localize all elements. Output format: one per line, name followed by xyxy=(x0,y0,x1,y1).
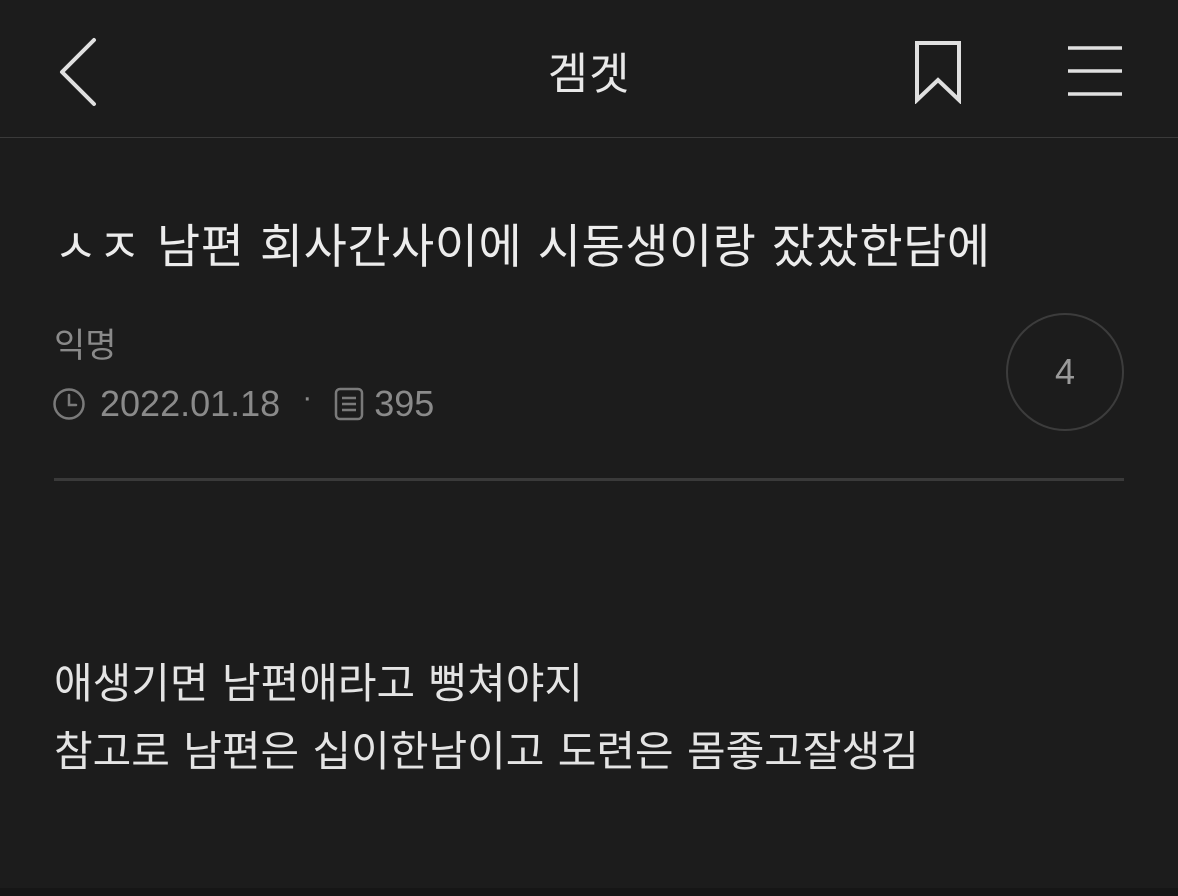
document-icon xyxy=(334,387,364,421)
bottom-edge xyxy=(0,888,1178,896)
comment-count-button[interactable]: 4 xyxy=(1006,313,1124,431)
comment-count: 4 xyxy=(1054,351,1076,392)
post-body: 애생기면 남편애라고 뻥쳐야지 참고로 남편은 십이한남이고 도련은 몸좋고잘생… xyxy=(54,650,919,786)
hamburger-menu-icon xyxy=(1068,46,1122,96)
menu-button[interactable] xyxy=(1060,38,1130,104)
post-date: 2022.01.18 xyxy=(100,383,281,424)
meta-separator: · xyxy=(302,381,313,414)
divider xyxy=(54,478,1124,481)
post-author: 익명 xyxy=(54,326,117,366)
view-count: 395 xyxy=(374,383,435,424)
post-body-line: 참고로 남편은 십이한남이고 도련은 몸좋고잘생김 xyxy=(54,727,919,776)
board-title: 겜겟 xyxy=(547,49,631,100)
bookmark-button[interactable] xyxy=(906,36,970,108)
clock-icon xyxy=(52,387,86,421)
bookmark-icon xyxy=(915,41,961,104)
post-body-line: 애생기면 남편애라고 뻥쳐야지 xyxy=(54,659,584,708)
post-meta: 2022.01.18 · 395 xyxy=(52,380,434,428)
top-navigation-bar: 겜겟 xyxy=(0,0,1178,138)
post-page: 겜겟 ㅅㅈ 남편 회사간사이에 시동생이랑 잤잤한담에 익명 2022.01.1… xyxy=(0,0,1178,896)
post-title: ㅅㅈ 남편 회사간사이에 시동생이랑 잤잤한담에 xyxy=(54,220,991,275)
